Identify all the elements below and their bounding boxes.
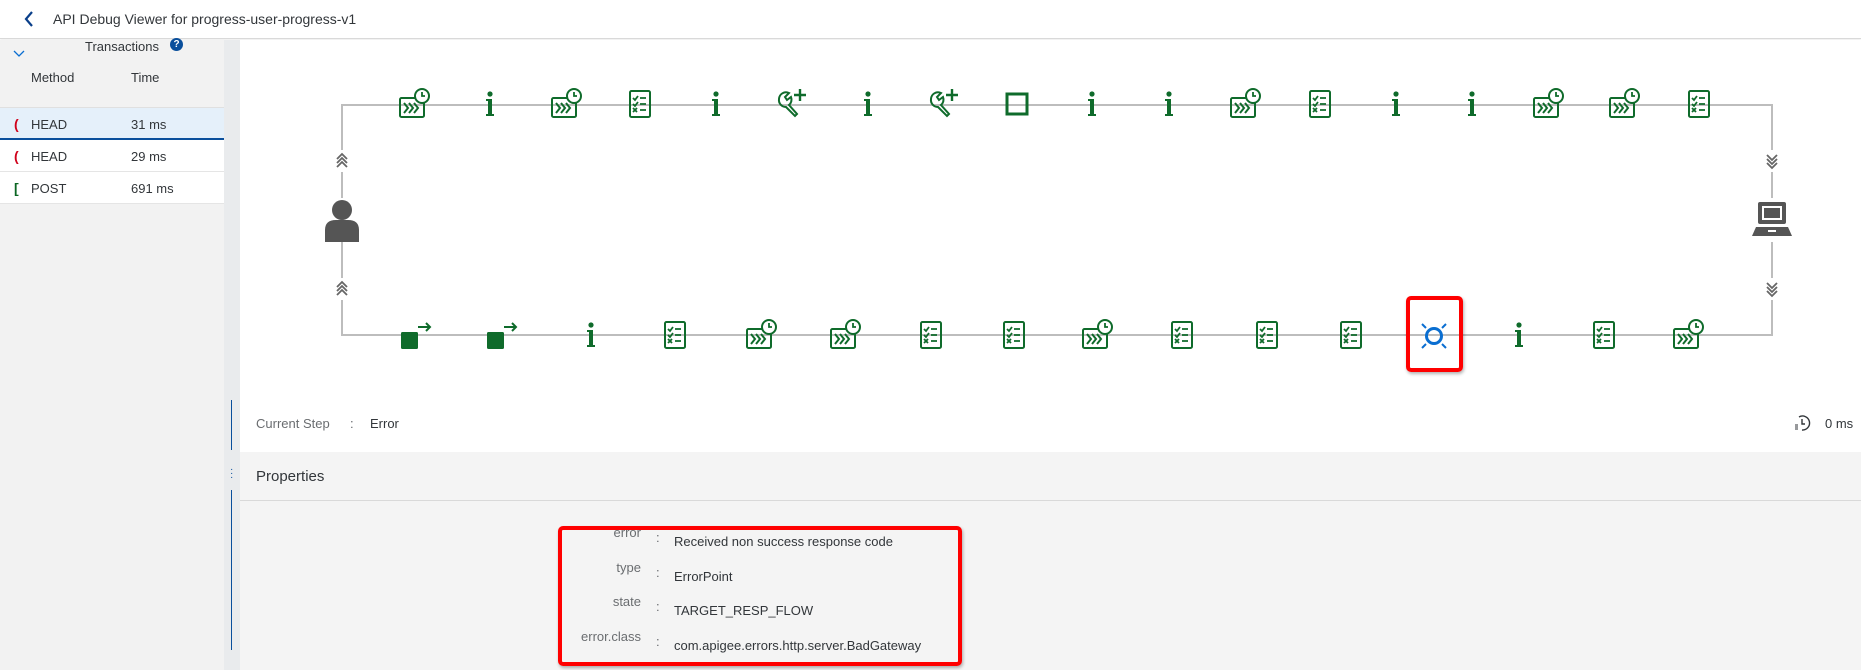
request-step-flow-timer-icon[interactable] (1531, 87, 1565, 121)
splitter-handle[interactable]: · · · (230, 400, 234, 650)
response-step-checklist-icon[interactable] (658, 318, 692, 352)
transaction-time: 29 ms (131, 149, 167, 164)
error-bracket-icon: ( (14, 148, 19, 164)
transaction-method: POST (31, 181, 67, 196)
response-step-checklist-icon[interactable] (1165, 318, 1199, 352)
column-method: Method (31, 70, 75, 85)
client-connector (341, 300, 343, 336)
response-step-square-arrow-icon[interactable] (399, 318, 433, 352)
response-flow-line (341, 334, 1773, 336)
property-value: Received non success response code (674, 534, 893, 549)
current-step-label: Current Step (256, 416, 330, 431)
success-bracket-icon: [ (14, 180, 19, 196)
request-step-info-icon[interactable] (1152, 87, 1186, 121)
response-step-checklist-icon[interactable] (1587, 318, 1621, 352)
request-step-flow-timer-icon[interactable] (1228, 87, 1262, 121)
request-step-flow-timer-icon[interactable] (397, 87, 431, 121)
request-step-checklist-icon[interactable] (1682, 87, 1716, 121)
chevron-left-icon[interactable] (22, 9, 38, 29)
request-step-info-icon[interactable] (473, 87, 507, 121)
transaction-method: HEAD (31, 117, 68, 132)
elapsed-time: 0 ms (1825, 416, 1854, 431)
column-time: Time (131, 70, 160, 85)
transaction-time: 691 ms (131, 181, 174, 196)
property-key: type (616, 559, 641, 575)
transaction-method: HEAD (31, 149, 68, 164)
transactions-title: Transactions (85, 39, 159, 54)
transaction-row[interactable]: ( HEAD 29 ms (0, 140, 224, 172)
response-step-flow-timer-icon[interactable] (1080, 318, 1114, 352)
divider (240, 500, 1861, 501)
request-step-checklist-icon[interactable] (1303, 87, 1337, 121)
client-connector (341, 242, 343, 278)
request-step-wrench-plus-icon[interactable] (775, 87, 809, 121)
response-step-flow-timer-icon[interactable] (744, 318, 778, 352)
properties-panel (240, 452, 1861, 670)
chevrons-up-icon (336, 280, 348, 296)
property-value: TARGET_RESP_FLOW (674, 603, 814, 618)
transaction-time: 31 ms (131, 117, 167, 132)
property-key: error (613, 525, 641, 540)
property-separator: : (656, 564, 660, 580)
response-step-info-icon[interactable] (574, 318, 608, 352)
response-step-info-icon[interactable] (1502, 318, 1536, 352)
target-connector (1771, 242, 1773, 278)
chevrons-up-icon (336, 152, 348, 168)
request-step-info-icon[interactable] (851, 87, 885, 121)
target-connector (1771, 300, 1773, 336)
app-header: API Debug Viewer for progress-user-progr… (0, 0, 1861, 39)
request-step-info-icon[interactable] (1075, 87, 1109, 121)
current-step-separator: : (350, 416, 354, 431)
user-icon[interactable] (322, 198, 362, 242)
transaction-row[interactable]: [ POST 691 ms (0, 172, 224, 204)
page-title: API Debug Viewer for progress-user-progr… (53, 11, 357, 27)
properties-title: Properties (256, 468, 325, 485)
request-step-square-icon[interactable] (1000, 87, 1034, 121)
transactions-header[interactable]: Transactions ? (0, 38, 224, 71)
request-step-wrench-plus-icon[interactable] (927, 87, 961, 121)
property-key: state (612, 594, 641, 609)
property-key: error.class (581, 628, 641, 644)
request-step-flow-timer-icon[interactable] (549, 87, 583, 121)
property-separator: : (656, 599, 660, 614)
response-step-flow-timer-icon[interactable] (828, 318, 862, 352)
target-connector (1771, 172, 1773, 198)
selected-step-highlight (1406, 296, 1463, 372)
error-bracket-icon: ( (14, 116, 19, 132)
request-step-checklist-icon[interactable] (623, 87, 657, 121)
request-step-info-icon[interactable] (1455, 87, 1489, 121)
client-connector (341, 104, 343, 150)
transaction-row[interactable]: ( HEAD 31 ms (0, 108, 224, 140)
current-step-value: Error (370, 416, 399, 431)
history-icon (1795, 415, 1811, 431)
property-value: ErrorPoint (674, 568, 733, 584)
transactions-column-header: Method Time (0, 70, 224, 108)
response-step-square-arrow-icon[interactable] (485, 318, 519, 352)
laptop-icon[interactable] (1751, 198, 1793, 240)
property-separator: : (656, 633, 660, 649)
target-connector (1771, 104, 1773, 150)
question-circle-icon[interactable]: ? (170, 38, 183, 51)
property-value: com.apigee.errors.http.server.BadGateway (674, 637, 922, 653)
response-step-flow-timer-icon[interactable] (1671, 318, 1705, 352)
chevrons-down-icon (1766, 154, 1778, 170)
chevrons-down-icon (1766, 282, 1778, 298)
property-separator: : (656, 530, 660, 545)
request-step-info-icon[interactable] (699, 87, 733, 121)
chevron-down-icon[interactable] (12, 46, 26, 65)
response-step-checklist-icon[interactable] (914, 318, 948, 352)
request-step-info-icon[interactable] (1379, 87, 1413, 121)
client-connector (341, 172, 343, 198)
response-step-checklist-icon[interactable] (997, 318, 1031, 352)
request-step-flow-timer-icon[interactable] (1607, 87, 1641, 121)
response-step-checklist-icon[interactable] (1250, 318, 1284, 352)
response-step-checklist-icon[interactable] (1334, 318, 1368, 352)
